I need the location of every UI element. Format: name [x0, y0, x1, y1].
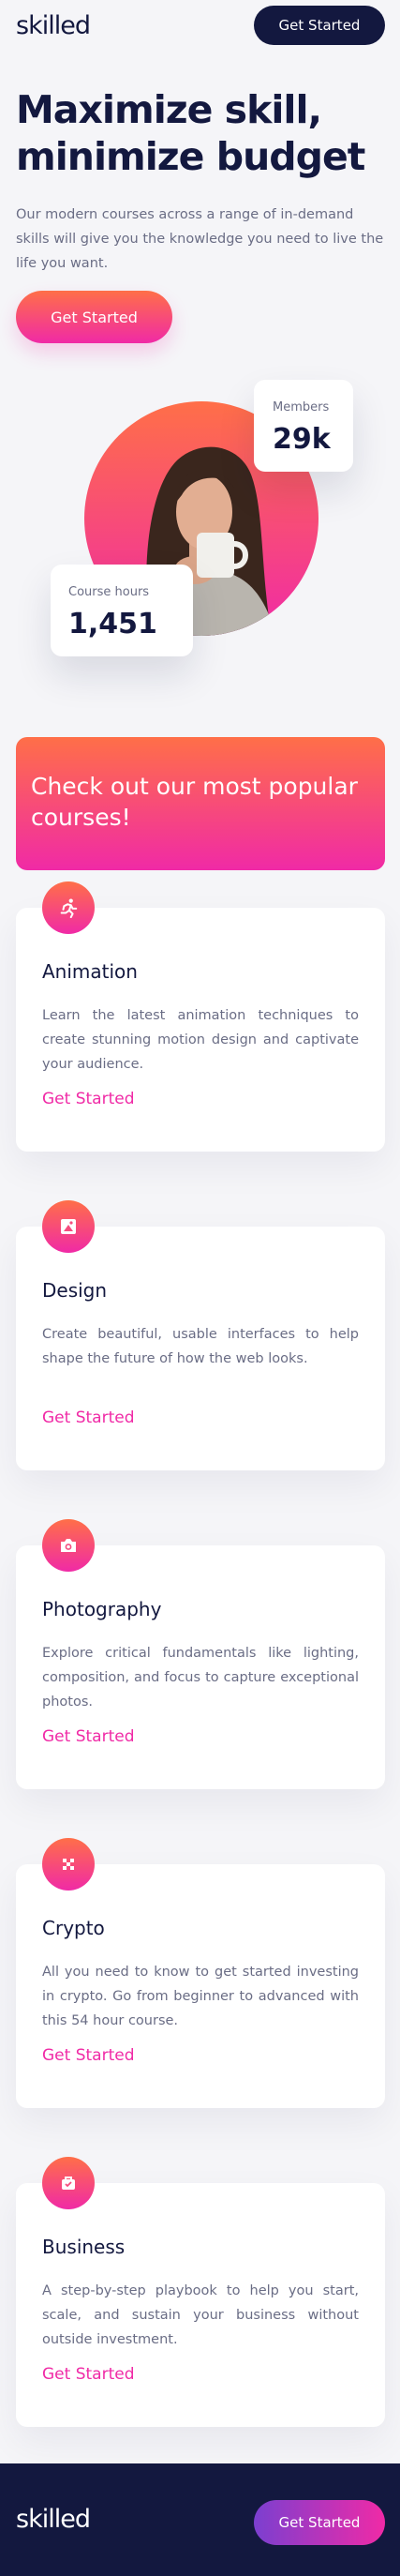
course-get-started-link[interactable]: Get Started — [42, 1090, 134, 1108]
camera-icon — [42, 1519, 95, 1572]
course-description: A step-by-step playbook to help you star… — [42, 2283, 359, 2347]
briefcase-icon — [42, 2157, 95, 2209]
running-person-icon — [42, 881, 95, 934]
design-icon — [42, 1200, 95, 1253]
course-description: Explore critical fundamentals like light… — [42, 1646, 359, 1710]
members-label: Members — [273, 400, 330, 414]
logo[interactable]: skilled — [16, 11, 91, 40]
course-hours-label: Course hours — [68, 585, 150, 599]
course-title: Crypto — [42, 1917, 105, 1939]
course-get-started-link[interactable]: Get Started — [42, 2046, 134, 2065]
course-card-business: Business A step-by-step playbook to help… — [16, 2157, 385, 2427]
hero-description: Our modern courses across a range of in-… — [16, 207, 384, 271]
course-title: Design — [42, 1279, 108, 1302]
course-hours-value: 1,451 — [68, 608, 157, 640]
footer-logo[interactable]: skilled — [16, 2505, 91, 2534]
members-card: Members 29k — [254, 380, 353, 472]
hero-get-started-button[interactable]: Get Started — [16, 291, 172, 343]
hero-visual: Members 29k Course hours 1,451 — [0, 375, 400, 694]
course-title: Animation — [42, 960, 138, 983]
course-description: Create beautiful, usable interfaces to h… — [42, 1327, 359, 1366]
course-card-crypto: Crypto All you need to know to get start… — [16, 1838, 385, 2108]
header: skilled Get Started — [0, 0, 400, 53]
course-hours-card: Course hours 1,451 — [51, 565, 193, 656]
course-card-design: Design Create beautiful, usable interfac… — [16, 1200, 385, 1470]
course-title: Business — [42, 2236, 126, 2258]
course-description: All you need to know to get started inve… — [42, 1965, 359, 2028]
footer: skilled Get Started — [0, 2463, 400, 2576]
footer-get-started-button[interactable]: Get Started — [254, 2500, 385, 2545]
course-description: Learn the latest animation techniques to… — [42, 1008, 359, 1072]
members-value: 29k — [273, 423, 331, 456]
course-card-photography: Photography Explore critical fundamental… — [16, 1519, 385, 1789]
course-get-started-link[interactable]: Get Started — [42, 1727, 134, 1746]
course-title: Photography — [42, 1598, 162, 1620]
popular-courses-banner: Check out our most popular courses! — [16, 737, 385, 870]
crypto-icon — [42, 1838, 95, 1891]
course-get-started-link[interactable]: Get Started — [42, 1409, 134, 1427]
popular-courses-heading: Check out our most popular courses! — [31, 773, 358, 831]
header-get-started-button[interactable]: Get Started — [254, 6, 385, 45]
hero-title: Maximize skill, minimize budget — [16, 87, 365, 179]
course-card-animation: Animation Learn the latest animation tec… — [16, 881, 385, 1152]
course-get-started-link[interactable]: Get Started — [42, 2365, 134, 2384]
